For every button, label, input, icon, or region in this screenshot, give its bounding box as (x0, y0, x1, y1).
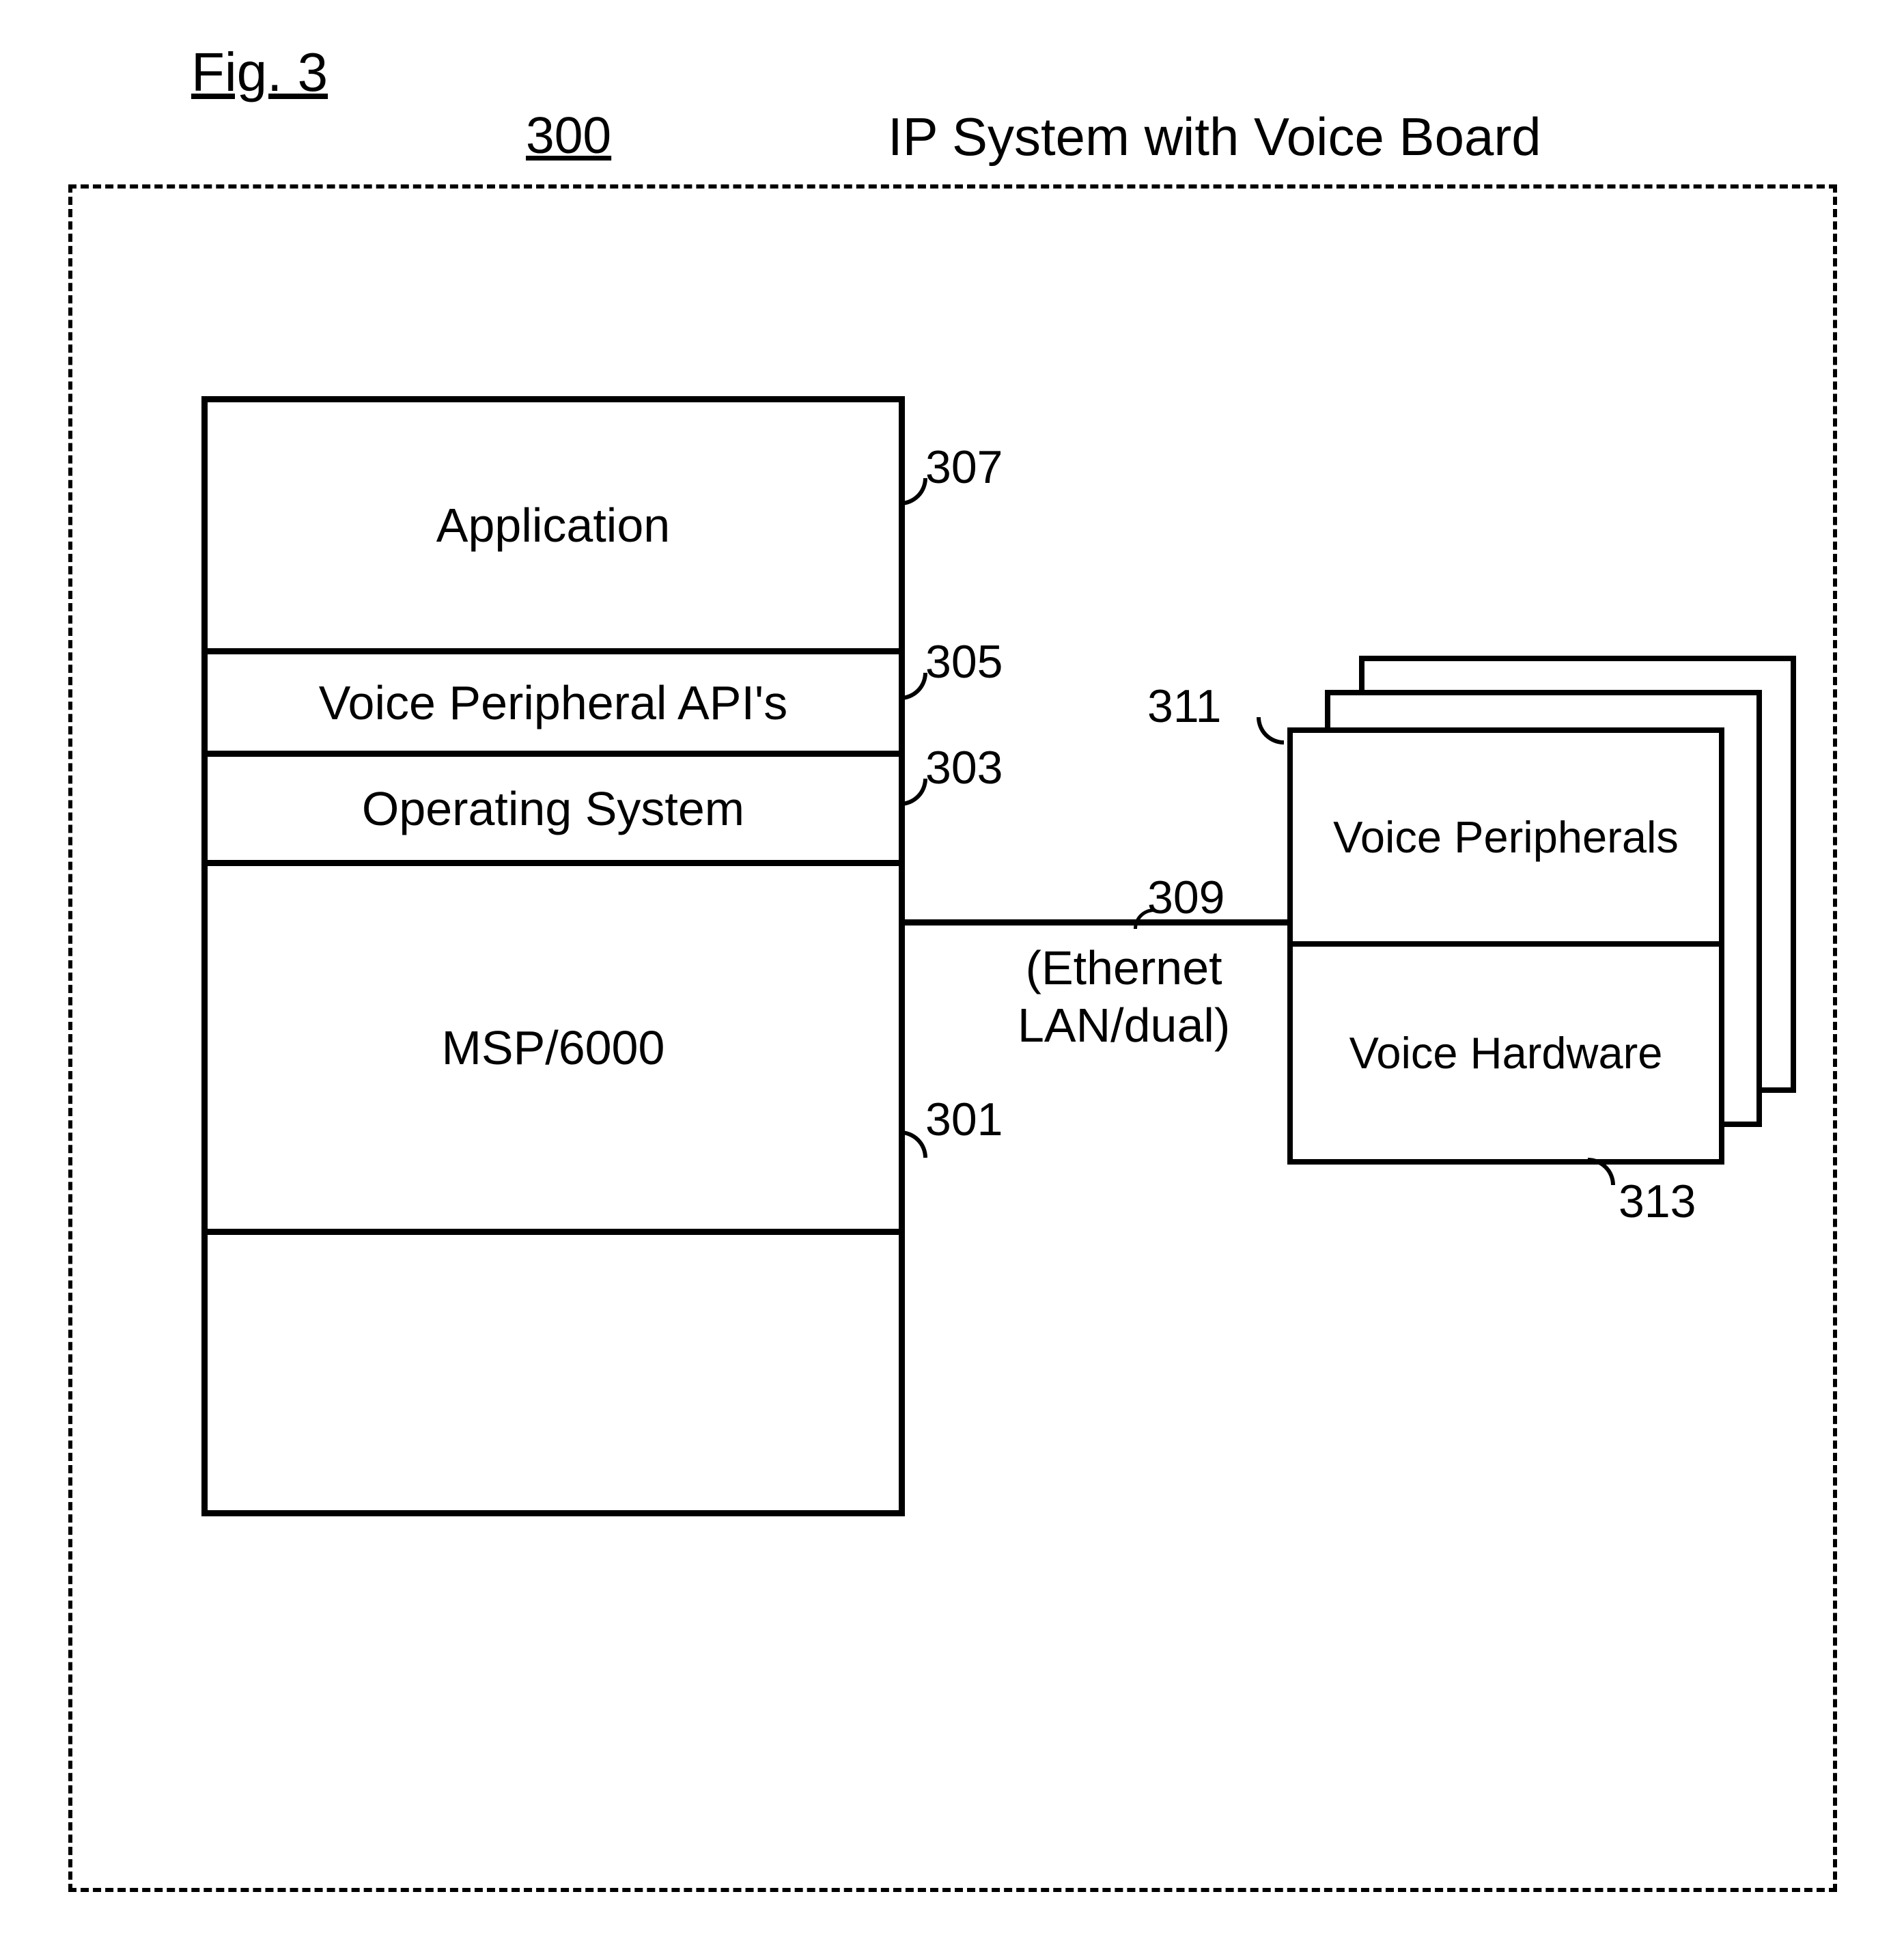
reference-303: 303 (925, 741, 1003, 794)
layer-voice-peripheral-api: Voice Peripheral API's (208, 648, 899, 751)
layer-operating-system: Operating System (208, 751, 899, 860)
reference-313: 313 (1619, 1175, 1696, 1228)
host-stack: Application Voice Peripheral API's Opera… (201, 396, 905, 1516)
figure-label: Fig. 3 (191, 41, 328, 104)
ethernet-label-line2: LAN/dual) (1018, 999, 1230, 1052)
layer-empty-bottom (208, 1229, 899, 1510)
reference-307: 307 (925, 441, 1003, 494)
peripheral-card-front: Voice Peripherals Voice Hardware (1287, 727, 1724, 1165)
layer-msp-6000: MSP/6000 (208, 860, 899, 1229)
peripheral-card-divider (1293, 941, 1719, 947)
voice-hardware-box: Voice Hardware (1293, 947, 1719, 1159)
figure-reference-300: 300 (526, 106, 611, 165)
reference-305: 305 (925, 635, 1003, 688)
ethernet-connector-line (905, 919, 1287, 926)
layer-application: Application (208, 402, 899, 648)
reference-301: 301 (925, 1093, 1003, 1146)
reference-309: 309 (1147, 871, 1224, 924)
ethernet-label: (Ethernet LAN/dual) (1018, 939, 1230, 1054)
ethernet-label-line1: (Ethernet (1026, 941, 1222, 994)
figure-page: Fig. 3 300 IP System with Voice Board Ap… (0, 0, 1904, 1948)
reference-311: 311 (1147, 680, 1221, 733)
voice-peripherals-box: Voice Peripherals (1293, 733, 1719, 941)
figure-title: IP System with Voice Board (888, 106, 1541, 168)
